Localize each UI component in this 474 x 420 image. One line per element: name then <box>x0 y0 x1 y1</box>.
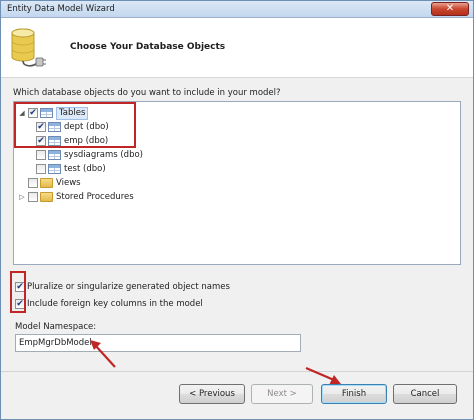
tree-node-label: test (dbo) <box>64 164 106 174</box>
dept-checkbox[interactable]: ✔ <box>36 122 46 132</box>
page-title: Choose Your Database Objects <box>70 42 226 52</box>
table-icon <box>48 122 61 132</box>
table-icon <box>40 108 53 118</box>
footer-divider <box>1 371 473 372</box>
foreign-keys-option[interactable]: ✔ Include foreign key columns in the mod… <box>15 297 203 310</box>
namespace-input[interactable] <box>15 334 301 352</box>
sysdiagrams-checkbox[interactable] <box>36 150 46 160</box>
tree-node-label: dept (dbo) <box>64 122 109 132</box>
previous-button[interactable]: < Previous <box>179 384 245 404</box>
namespace-label: Model Namespace: <box>15 322 97 332</box>
next-button[interactable]: Next > <box>251 384 313 404</box>
pluralize-checkbox[interactable]: ✔ <box>15 281 25 292</box>
pluralize-option[interactable]: ✔ Pluralize or singularize generated obj… <box>15 280 230 293</box>
table-icon <box>48 136 61 146</box>
foreign-keys-label: Include foreign key columns in the model <box>27 298 203 309</box>
table-icon <box>48 164 61 174</box>
close-icon: ✕ <box>445 3 455 14</box>
stored-procedures-checkbox[interactable] <box>28 192 38 202</box>
tree-node-emp[interactable]: ✔ emp (dbo) <box>36 134 108 148</box>
tree-node-views[interactable]: Views <box>28 176 81 190</box>
objects-question-label: Which database objects do you want to in… <box>13 88 281 98</box>
tree-node-label: sysdiagrams (dbo) <box>64 150 143 160</box>
cancel-button[interactable]: Cancel <box>393 384 457 404</box>
folder-icon <box>40 178 53 188</box>
folder-icon <box>40 192 53 202</box>
tree-node-tables[interactable]: ◢ ✔ Tables <box>18 106 89 120</box>
wizard-window: Entity Data Model Wizard ✕ Choose Your D… <box>0 0 474 420</box>
foreign-keys-checkbox[interactable]: ✔ <box>15 298 25 309</box>
window-title: Entity Data Model Wizard <box>7 4 115 14</box>
views-checkbox[interactable] <box>28 178 38 188</box>
tree-node-stored-procedures[interactable]: ▷ Stored Procedures <box>18 190 134 204</box>
collapse-triangle-icon[interactable]: ◢ <box>18 108 26 118</box>
tree-node-sysdiagrams[interactable]: sysdiagrams (dbo) <box>36 148 143 162</box>
tree-node-label: Views <box>56 178 81 188</box>
emp-checkbox[interactable]: ✔ <box>36 136 46 146</box>
tree-node-dept[interactable]: ✔ dept (dbo) <box>36 120 109 134</box>
tree-node-test[interactable]: test (dbo) <box>36 162 106 176</box>
expand-triangle-icon[interactable]: ▷ <box>18 192 26 202</box>
finish-button[interactable]: Finish <box>321 384 387 404</box>
tree-node-label: Stored Procedures <box>56 192 134 202</box>
database-objects-tree[interactable]: ◢ ✔ Tables ✔ dept (dbo) ✔ emp (dbo) sysd… <box>13 101 461 265</box>
tree-node-label: Tables <box>56 106 89 120</box>
close-button[interactable]: ✕ <box>431 2 469 16</box>
test-checkbox[interactable] <box>36 164 46 174</box>
pluralize-label: Pluralize or singularize generated objec… <box>27 281 230 292</box>
tree-node-label: emp (dbo) <box>64 136 109 146</box>
table-icon <box>48 150 61 160</box>
wizard-header: Choose Your Database Objects <box>1 18 473 78</box>
title-bar[interactable]: Entity Data Model Wizard ✕ <box>1 1 473 18</box>
database-plug-icon <box>11 28 46 67</box>
tables-checkbox[interactable]: ✔ <box>28 108 38 118</box>
